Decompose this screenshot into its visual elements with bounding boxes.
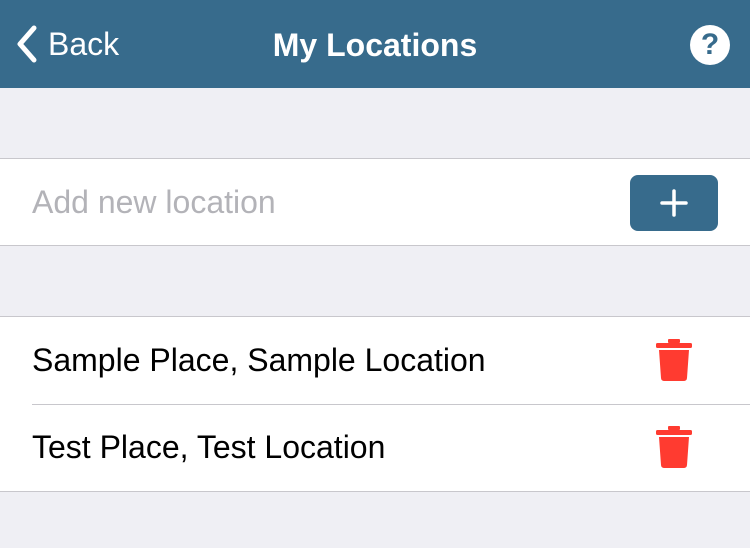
list-item[interactable]: Sample Place, Sample Location [0, 317, 750, 404]
trash-icon [656, 426, 692, 468]
trash-icon [656, 339, 692, 381]
delete-button[interactable] [656, 426, 692, 468]
chevron-left-icon [17, 25, 37, 63]
location-label: Test Place, Test Location [32, 429, 386, 465]
location-label: Sample Place, Sample Location [32, 342, 486, 378]
add-location-input[interactable] [32, 177, 592, 227]
delete-button[interactable] [656, 339, 692, 381]
add-location-button[interactable] [630, 175, 718, 231]
add-location-row [0, 158, 750, 246]
locations-list: Sample Place, Sample Location Test Place… [0, 316, 750, 492]
navigation-bar: Back My Locations ? [0, 0, 750, 88]
help-icon: ? [700, 28, 720, 61]
back-button[interactable]: Back [14, 0, 119, 88]
plus-icon [660, 189, 688, 217]
back-label: Back [48, 26, 120, 62]
list-item[interactable]: Test Place, Test Location [0, 404, 750, 491]
help-button[interactable]: ? [690, 25, 730, 65]
